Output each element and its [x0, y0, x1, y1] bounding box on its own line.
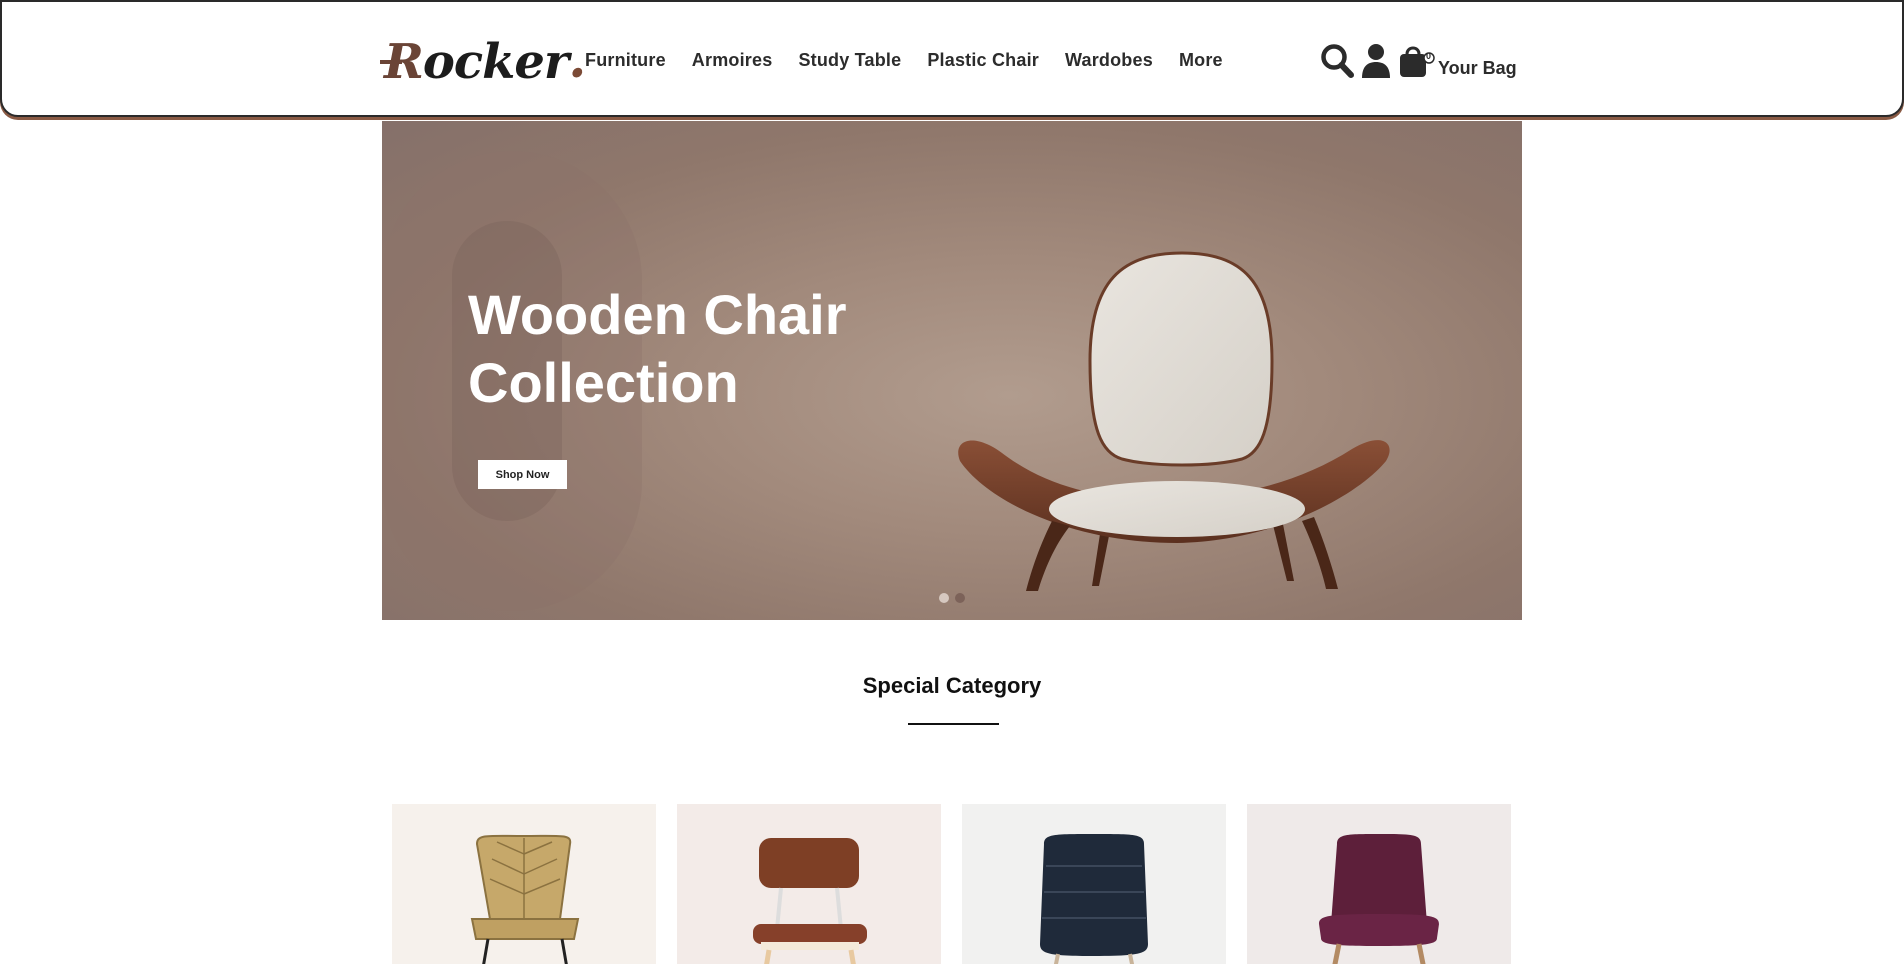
- hero-title-line2: Collection: [468, 351, 739, 414]
- main-nav: Furniture Armoires Study Table Plastic C…: [585, 50, 1249, 71]
- site-logo[interactable]: Rocker.: [380, 29, 586, 90]
- search-icon[interactable]: [1320, 42, 1356, 85]
- logo-text: ocker: [422, 34, 569, 90]
- slider-dots: [939, 593, 965, 603]
- brown-leather-chair-image: [753, 838, 867, 964]
- nav-study-table[interactable]: Study Table: [798, 50, 901, 71]
- nav-more[interactable]: More: [1179, 50, 1223, 71]
- category-card-navy-tufted-chair[interactable]: [962, 804, 1226, 964]
- hero-title-line1: Wooden Chair: [468, 283, 847, 346]
- rattan-chair-image: [470, 834, 580, 964]
- category-cards: [392, 804, 1511, 964]
- site-header: Rocker. Furniture Armoires Study Table P…: [0, 0, 1904, 117]
- user-icon[interactable]: [1360, 42, 1392, 85]
- plum-upholstered-chair-image: [1319, 834, 1439, 964]
- category-card-plum-upholstered-chair[interactable]: [1247, 804, 1511, 964]
- navy-tufted-chair-image: [1040, 834, 1148, 964]
- hero-title: Wooden Chair Collection: [468, 281, 988, 417]
- bag-label[interactable]: Your Bag: [1438, 58, 1517, 79]
- wooden-shell-chair-image: [958, 251, 1390, 591]
- header-actions: 0 Your Bag: [1320, 42, 1517, 85]
- logo-dot: .: [568, 29, 586, 90]
- section-divider: [908, 723, 999, 725]
- bag-count-badge: 0: [1426, 51, 1432, 61]
- nav-wardobes[interactable]: Wardobes: [1065, 50, 1153, 71]
- slider-dot-2[interactable]: [955, 593, 965, 603]
- shop-now-button[interactable]: Shop Now: [478, 460, 567, 489]
- nav-furniture[interactable]: Furniture: [585, 50, 666, 71]
- hero-banner: Wooden Chair Collection Shop Now: [382, 121, 1522, 620]
- category-card-rattan-chair[interactable]: [392, 804, 656, 964]
- slider-dot-1[interactable]: [939, 593, 949, 603]
- nav-armoires[interactable]: Armoires: [692, 50, 773, 71]
- nav-plastic-chair[interactable]: Plastic Chair: [927, 50, 1039, 71]
- category-card-brown-leather-chair[interactable]: [677, 804, 941, 964]
- section-title: Special Category: [862, 673, 1042, 698]
- logo-initial: R: [380, 34, 424, 90]
- shopping-bag-icon[interactable]: 0: [1398, 42, 1436, 85]
